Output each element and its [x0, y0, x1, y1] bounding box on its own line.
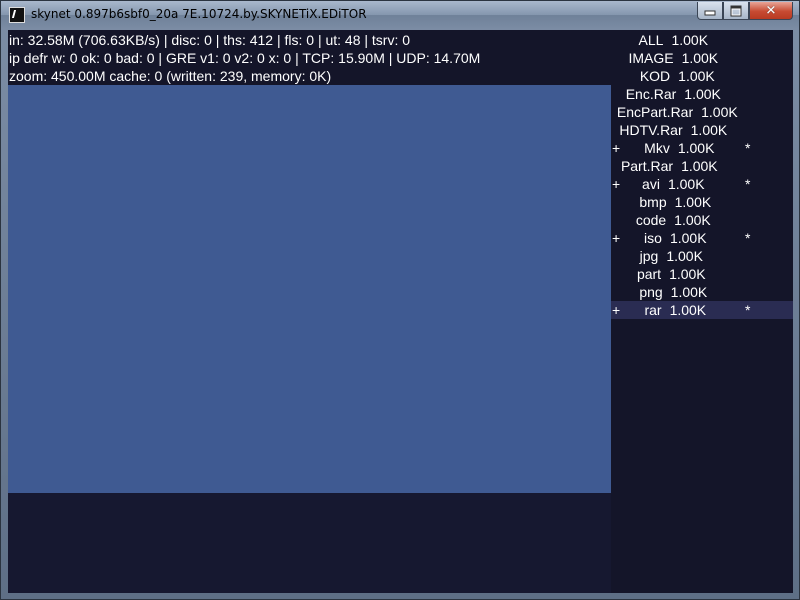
app-icon[interactable]: [9, 7, 25, 23]
category-label: jpg: [639, 248, 659, 264]
client-area: in: 32.58M (706.63KB/s) | disc: 0 | ths:…: [8, 30, 793, 593]
category-size: 1.00K: [670, 284, 708, 300]
category-label: Part.Rar: [620, 158, 674, 174]
category-size: 1.00K: [669, 266, 706, 282]
category-row[interactable]: code 1.00K: [611, 211, 793, 229]
category-list: ALL 1.00K IMAGE 1.00K KOD 1.00K Enc.Rar 1.00K En…: [611, 30, 793, 593]
category-row[interactable]: bmp 1.00K: [611, 193, 793, 211]
maximize-button[interactable]: [723, 2, 749, 20]
expand-icon[interactable]: +: [612, 229, 620, 247]
category-size: 1.00K: [667, 176, 705, 192]
caption-buttons: ✕: [697, 2, 793, 20]
window-title: skynet 0.897b6sbf0_20a 7E.10724.by.SKYNE…: [31, 7, 367, 21]
category-size: 1.00K: [681, 50, 719, 66]
close-button[interactable]: ✕: [749, 2, 793, 20]
category-label: avi: [642, 176, 660, 192]
visualization-area[interactable]: [8, 85, 611, 493]
category-row[interactable]: + avi 1.00K *: [611, 175, 793, 193]
category-size: 1.00K: [681, 158, 718, 174]
category-label: bmp: [639, 194, 667, 210]
marked-indicator: *: [745, 140, 751, 156]
maximize-icon: [730, 5, 742, 16]
category-label: rar: [644, 302, 662, 318]
category-row[interactable]: HDTV.Rar 1.00K: [611, 121, 793, 139]
category-label: png: [639, 284, 663, 300]
category-label: IMAGE: [628, 50, 674, 66]
title-bar[interactable]: skynet 0.897b6sbf0_20a 7E.10724.by.SKYNE…: [1, 1, 799, 29]
category-size: 1.00K: [677, 140, 715, 156]
category-size: 1.00K: [671, 32, 709, 48]
category-size: 1.00K: [669, 230, 707, 246]
category-row[interactable]: + rar 1.00K *: [611, 301, 793, 319]
minimize-icon: [704, 10, 716, 16]
category-label: HDTV.Rar: [619, 122, 683, 138]
category-size: 1.00K: [684, 86, 721, 102]
category-row[interactable]: EncPart.Rar 1.00K: [611, 103, 793, 121]
category-row[interactable]: Enc.Rar 1.00K: [611, 85, 793, 103]
category-label: ALL: [638, 32, 664, 48]
category-size: 1.00K: [674, 194, 712, 210]
category-label: EncPart.Rar: [616, 104, 694, 120]
app-window: skynet 0.897b6sbf0_20a 7E.10724.by.SKYNE…: [0, 0, 800, 600]
status-panel: in: 32.58M (706.63KB/s) | disc: 0 | ths:…: [9, 31, 609, 85]
category-row[interactable]: jpg 1.00K: [611, 247, 793, 265]
category-row[interactable]: + iso 1.00K *: [611, 229, 793, 247]
category-size: 1.00K: [678, 68, 715, 84]
marked-indicator: *: [745, 230, 751, 246]
category-row[interactable]: IMAGE 1.00K: [611, 49, 793, 67]
category-row[interactable]: + Mkv 1.00K *: [611, 139, 793, 157]
expand-icon[interactable]: +: [612, 139, 620, 157]
category-row[interactable]: Part.Rar 1.00K: [611, 157, 793, 175]
category-row[interactable]: part 1.00K: [611, 265, 793, 283]
category-label: part: [636, 266, 662, 282]
category-row[interactable]: png 1.00K: [611, 283, 793, 301]
status-line-protocols: ip defr w: 0 ok: 0 bad: 0 | GRE v1: 0 v2…: [9, 50, 481, 66]
category-size: 1.00K: [674, 212, 711, 228]
category-label: code: [635, 212, 667, 228]
status-line-traffic: in: 32.58M (706.63KB/s) | disc: 0 | ths:…: [9, 32, 411, 48]
lower-panel: [8, 493, 611, 593]
category-size: 1.00K: [690, 122, 728, 138]
category-label: iso: [644, 230, 662, 246]
category-label: Enc.Rar: [625, 86, 677, 102]
category-size: 1.00K: [669, 302, 707, 318]
marked-indicator: *: [745, 302, 751, 318]
category-label: KOD: [639, 68, 671, 84]
close-icon: ✕: [765, 3, 777, 18]
minimize-button[interactable]: [697, 2, 723, 20]
category-row[interactable]: ALL 1.00K: [611, 31, 793, 49]
category-label: Mkv: [644, 140, 670, 156]
category-size: 1.00K: [666, 248, 703, 264]
expand-icon[interactable]: +: [612, 175, 620, 193]
expand-icon[interactable]: +: [612, 301, 620, 319]
category-row[interactable]: KOD 1.00K: [611, 67, 793, 85]
status-line-zoom: zoom: 450.00M cache: 0 (written: 239, me…: [9, 68, 332, 84]
marked-indicator: *: [745, 176, 751, 192]
category-size: 1.00K: [701, 104, 738, 120]
